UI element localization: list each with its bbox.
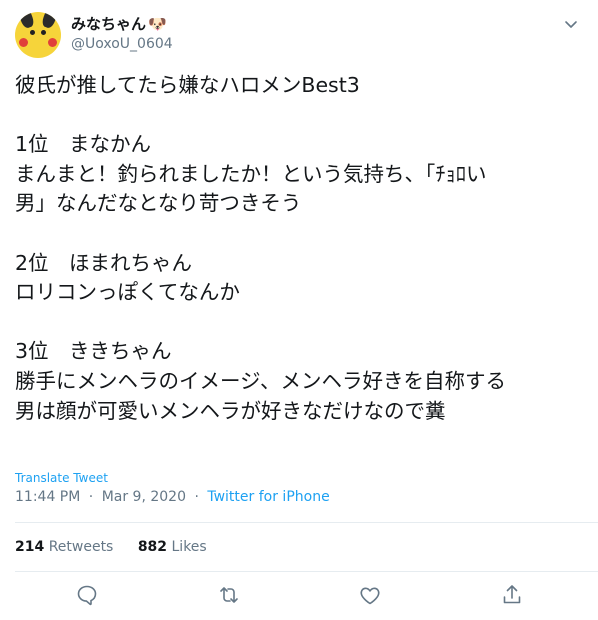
tweet-date[interactable]: Mar 9, 2020 — [102, 489, 186, 505]
author-names: みなちゃん 🐶 @UoxoU_0604 — [71, 15, 173, 54]
avatar-ear-left — [16, 12, 36, 30]
divider — [15, 571, 598, 572]
avatar-eye-left — [30, 30, 35, 35]
tweet-stats: 214 Retweets 882 Likes — [15, 537, 227, 557]
retweet-icon[interactable] — [217, 583, 241, 607]
likes-stat[interactable]: 882 Likes — [138, 539, 207, 555]
tweet-time[interactable]: 11:44 PM — [15, 489, 80, 505]
avatar-cheek-right — [48, 38, 57, 47]
tweet-actions — [0, 583, 598, 613]
like-icon[interactable] — [358, 583, 382, 607]
retweets-count: 214 — [15, 539, 45, 555]
tweet-meta: 11:44 PM · Mar 9, 2020 · Twitter for iPh… — [15, 487, 330, 507]
tweet-source-link[interactable]: Twitter for iPhone — [207, 489, 329, 505]
author-handle[interactable]: @UoxoU_0604 — [71, 34, 173, 54]
retweets-label: Retweets — [48, 539, 114, 555]
likes-count: 882 — [137, 539, 168, 555]
chevron-down-icon[interactable] — [563, 16, 579, 32]
divider — [15, 522, 598, 523]
reply-icon[interactable] — [75, 583, 99, 607]
retweets-stat[interactable]: 214 Retweets — [15, 539, 118, 555]
tweet-text: 彼氏が推してたら嫌なハロメンBest3 1位 まなかん まんまと！釣られましたか… — [15, 73, 506, 423]
share-icon[interactable] — [500, 583, 524, 607]
avatar-cheek-left — [19, 38, 28, 47]
likes-label: Likes — [171, 539, 207, 555]
avatar-ear-right — [40, 12, 60, 30]
author-display-name-row[interactable]: みなちゃん 🐶 — [71, 15, 173, 34]
translate-tweet-link[interactable]: Translate Tweet — [15, 471, 108, 485]
tweet-header: みなちゃん 🐶 @UoxoU_0604 — [15, 12, 583, 58]
meta-separator: · — [194, 489, 199, 505]
avatar[interactable] — [15, 12, 61, 58]
author-display-name[interactable]: みなちゃん — [71, 15, 146, 34]
avatar-eye-right — [41, 30, 46, 35]
meta-separator: · — [88, 489, 94, 505]
dog-emoji-icon: 🐶 — [148, 15, 167, 33]
